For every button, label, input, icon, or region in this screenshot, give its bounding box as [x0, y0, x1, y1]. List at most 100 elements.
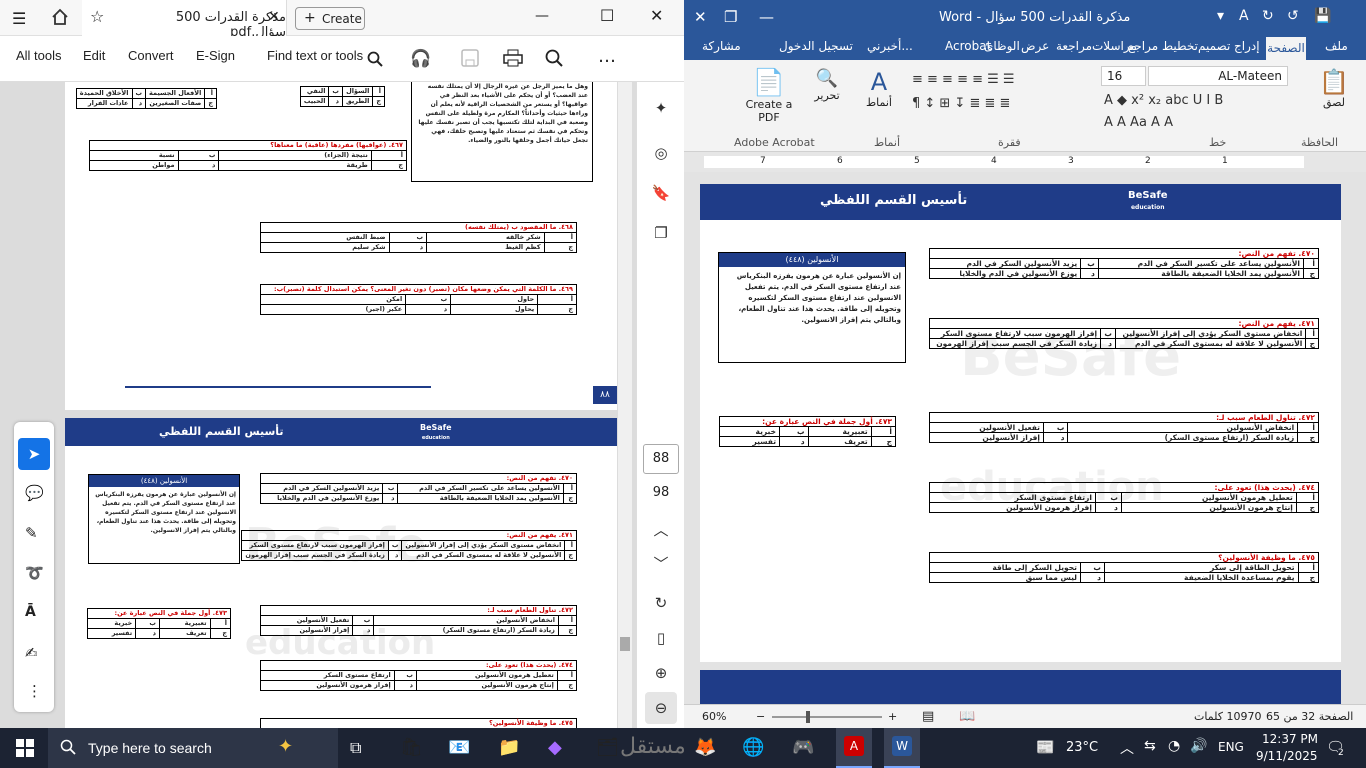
discord-icon[interactable]: 🎮	[792, 737, 814, 758]
chevron-down-icon[interactable]: ﹀	[645, 548, 677, 580]
task-view-icon[interactable]: ⧉	[350, 738, 361, 758]
page-fit-icon[interactable]: ▯	[645, 622, 677, 654]
more-icon[interactable]: …	[598, 46, 616, 67]
zoom-out-icon[interactable]: ⊖	[645, 692, 677, 724]
save-icon[interactable]	[461, 49, 479, 67]
star-icon[interactable]: ☆	[90, 7, 104, 26]
refresh-icon[interactable]: ↻	[645, 587, 677, 619]
zoom-slider[interactable]	[772, 716, 882, 718]
document-tab[interactable]: ☆ مذكرة القدرات 500 سؤال.pdf ✕	[82, 0, 287, 40]
customize-icon[interactable]: ▾	[1217, 8, 1224, 24]
search-zoom-icon[interactable]	[545, 49, 563, 67]
zoom-in-icon[interactable]: ⊕	[645, 657, 677, 689]
web-layout-icon[interactable]: ▤	[922, 709, 934, 724]
save-icon[interactable]: 💾	[1314, 8, 1331, 24]
styles-button[interactable]: A أنماط	[862, 68, 896, 128]
taskbar-search-box[interactable]: Type here to search ✦	[48, 728, 338, 768]
file-explorer-icon[interactable]: 📁	[498, 737, 520, 758]
lasso-icon[interactable]: ➰	[25, 564, 44, 582]
headphones-icon[interactable]: 🎧	[410, 49, 431, 69]
text-box-icon[interactable]: Ā	[25, 604, 36, 620]
pdf-scrollbar[interactable]	[618, 82, 632, 728]
find-tools-button[interactable]: Find text or tools	[267, 48, 363, 63]
scrollbar-thumb[interactable]	[620, 637, 630, 651]
outlook-icon[interactable]: 📧	[448, 737, 470, 758]
pencil-icon[interactable]: ✎	[25, 524, 38, 542]
minimize-icon[interactable]: —	[535, 8, 549, 24]
close-window-icon[interactable]: ✕	[650, 6, 663, 25]
new-tab-button[interactable]: + Create	[295, 7, 365, 30]
read-mode-icon[interactable]: 📖	[959, 709, 975, 724]
font-controls[interactable]: A ◆ x² x₂ abc U I BA A Aa A A	[1104, 90, 1289, 134]
store-icon[interactable]: 🛍	[400, 737, 423, 758]
tab-review[interactable]: مراجعة	[1056, 39, 1092, 53]
font-size-select[interactable]: 16	[1101, 66, 1146, 86]
more-tools-icon[interactable]: ⋮	[27, 682, 42, 700]
edit-button[interactable]: Edit	[83, 48, 105, 63]
zoom-out-icon[interactable]: −	[756, 710, 765, 723]
close-tab-icon[interactable]: ✕	[268, 9, 280, 25]
maximize-icon[interactable]: ☐	[600, 6, 614, 25]
chrome-icon[interactable]: 🌐	[742, 737, 764, 758]
tab-addins[interactable]: الوظائ	[984, 39, 1020, 53]
font-name-select[interactable]: AL-Mateen	[1148, 66, 1288, 86]
tab-file[interactable]: ملف	[1325, 39, 1348, 53]
comment-panel-icon[interactable]: ◎	[645, 137, 677, 169]
convert-button[interactable]: Convert	[128, 48, 174, 63]
tab-layout[interactable]: تخطيط	[1162, 39, 1198, 53]
undo-icon[interactable]: ↺	[1287, 8, 1299, 24]
restore-icon[interactable]: ❐	[724, 8, 737, 26]
speaker-icon[interactable]: 🔊	[1190, 738, 1207, 754]
word-ruler[interactable]: 7 6 5 4 3 2 1	[684, 152, 1366, 172]
search-icon[interactable]	[367, 51, 383, 67]
print-icon[interactable]	[503, 49, 523, 67]
word-taskbar-button[interactable]: W	[884, 728, 920, 768]
ai-assistant-icon[interactable]: ✦	[645, 92, 677, 124]
network-icon[interactable]: ⇆	[1144, 738, 1156, 754]
redo-icon[interactable]: ↻	[1262, 8, 1274, 24]
edit-button[interactable]: 🔍 تحرير	[812, 68, 842, 128]
minimize-icon[interactable]: —	[759, 8, 774, 26]
home-icon[interactable]	[50, 7, 70, 27]
page-indicator[interactable]: الصفحة 32 من 65	[1266, 710, 1353, 723]
font-a-icon[interactable]: A	[1239, 8, 1249, 24]
chevron-up-icon[interactable]: ︿	[645, 514, 677, 546]
clock-time[interactable]: 12:37 PM	[1262, 732, 1318, 746]
menu-icon[interactable]: ☰	[12, 9, 26, 28]
tab-insert[interactable]: إدراج	[1234, 39, 1260, 53]
language-indicator[interactable]: ENG	[1218, 740, 1244, 754]
firefox-icon[interactable]: 🦊	[694, 737, 716, 758]
paragraph-controls[interactable]: ≡ ≡ ≡ ≡ ≡ ☰ ☰ ¶ ↕ ⊞ ↧ ≣ ≣ ≣	[912, 68, 1092, 132]
select-cursor-icon[interactable]: ➤	[18, 438, 50, 470]
folder-icon[interactable]: 🗂	[596, 737, 619, 758]
zoom-level[interactable]: 60%	[702, 710, 726, 723]
visual-studio-icon[interactable]: ◆	[548, 737, 562, 758]
close-window-icon[interactable]: ✕	[694, 8, 707, 26]
chevron-up-icon[interactable]: ︿	[1120, 738, 1134, 758]
windows-start-icon[interactable]	[16, 739, 34, 757]
tab-home[interactable]: الصفحة	[1266, 37, 1306, 60]
paste-button[interactable]: 📋 لصق	[1314, 68, 1354, 128]
share-button[interactable]: مشاركة	[702, 39, 741, 53]
temperature[interactable]: 23°C	[1066, 740, 1098, 755]
tab-view[interactable]: عرض	[1021, 39, 1049, 53]
clock-date[interactable]: 9/11/2025	[1256, 749, 1318, 763]
wifi-icon[interactable]: ◔	[1168, 738, 1180, 754]
esign-button[interactable]: E-Sign	[196, 48, 235, 63]
zoom-in-icon[interactable]: +	[888, 710, 897, 723]
comment-icon[interactable]: 💬	[25, 484, 44, 502]
tab-design[interactable]: تصميم	[1198, 39, 1230, 53]
zoom-slider-thumb[interactable]	[806, 711, 810, 723]
bookmark-icon[interactable]: 🔖	[645, 177, 677, 209]
tab-signin[interactable]: تسجيل الدخول	[779, 39, 853, 53]
page-number-input[interactable]: 88	[643, 444, 679, 474]
word-count[interactable]: 10970 كلمات	[1194, 710, 1261, 723]
sign-icon[interactable]: ✍	[25, 644, 38, 662]
tab-references[interactable]: مراجع	[1128, 39, 1158, 53]
create-pdf-button[interactable]: 📄 Create a PDF	[734, 68, 804, 138]
tab-tell-me[interactable]: أخبرني...	[867, 39, 913, 53]
copy-pages-icon[interactable]: ❐	[645, 217, 677, 249]
acrobat-taskbar-button[interactable]: A	[836, 728, 872, 768]
weather-icon[interactable]: 📰	[1036, 738, 1055, 756]
all-tools-button[interactable]: All tools	[16, 48, 62, 63]
